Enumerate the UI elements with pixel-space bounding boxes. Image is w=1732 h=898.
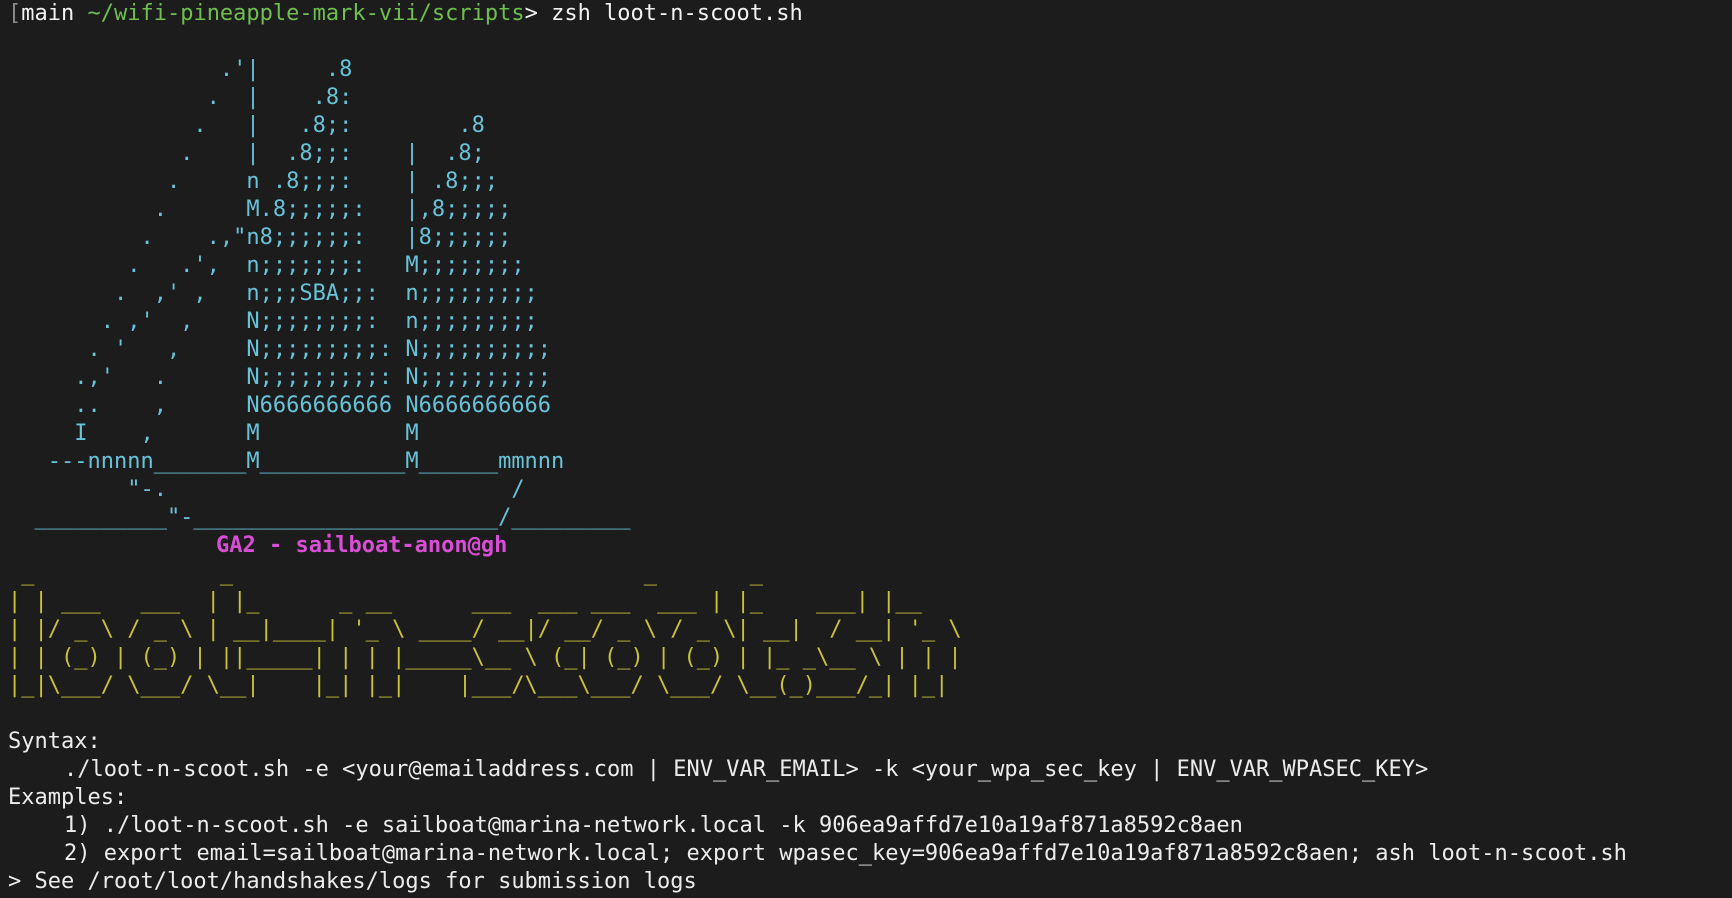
loot-n-scoot-banner-art: _ _ _ _ | | ___ ___ | |_ _ __ ___ ___ __… (8, 561, 962, 698)
prompt-bracket: [ (8, 1, 22, 26)
shell-prompt-line: [main ~/wifi-pineapple-mark-vii/scripts>… (8, 0, 1732, 28)
syntax-label: Syntax: (8, 729, 101, 754)
syntax-usage: ./loot-n-scoot.sh -e <your@emailaddress.… (64, 757, 1429, 782)
executed-command: zsh loot-n-scoot.sh (551, 1, 803, 26)
examples-label: Examples: (8, 785, 128, 810)
example-1: 1) ./loot-n-scoot.sh -e sailboat@marina-… (64, 813, 1243, 838)
art-credit: GA2 - sailboat-anon@gh (216, 533, 508, 558)
prompt-caret: > (524, 1, 538, 26)
logs-hint: > See /root/loot/handshakes/logs for sub… (8, 869, 697, 894)
credit-line: GA2 - sailboat-anon@gh (8, 532, 1732, 560)
sailboat-ascii-art: .'| .8 . | .8: . | .8;: .8 . | .8;;: | .… (34, 57, 631, 530)
current-directory: ~/wifi-pineapple-mark-vii/scripts (87, 1, 525, 26)
git-branch: main (21, 1, 75, 26)
terminal-window[interactable]: [main ~/wifi-pineapple-mark-vii/scripts>… (0, 0, 1732, 898)
example-2: 2) export email=sailboat@marina-network.… (64, 841, 1627, 866)
